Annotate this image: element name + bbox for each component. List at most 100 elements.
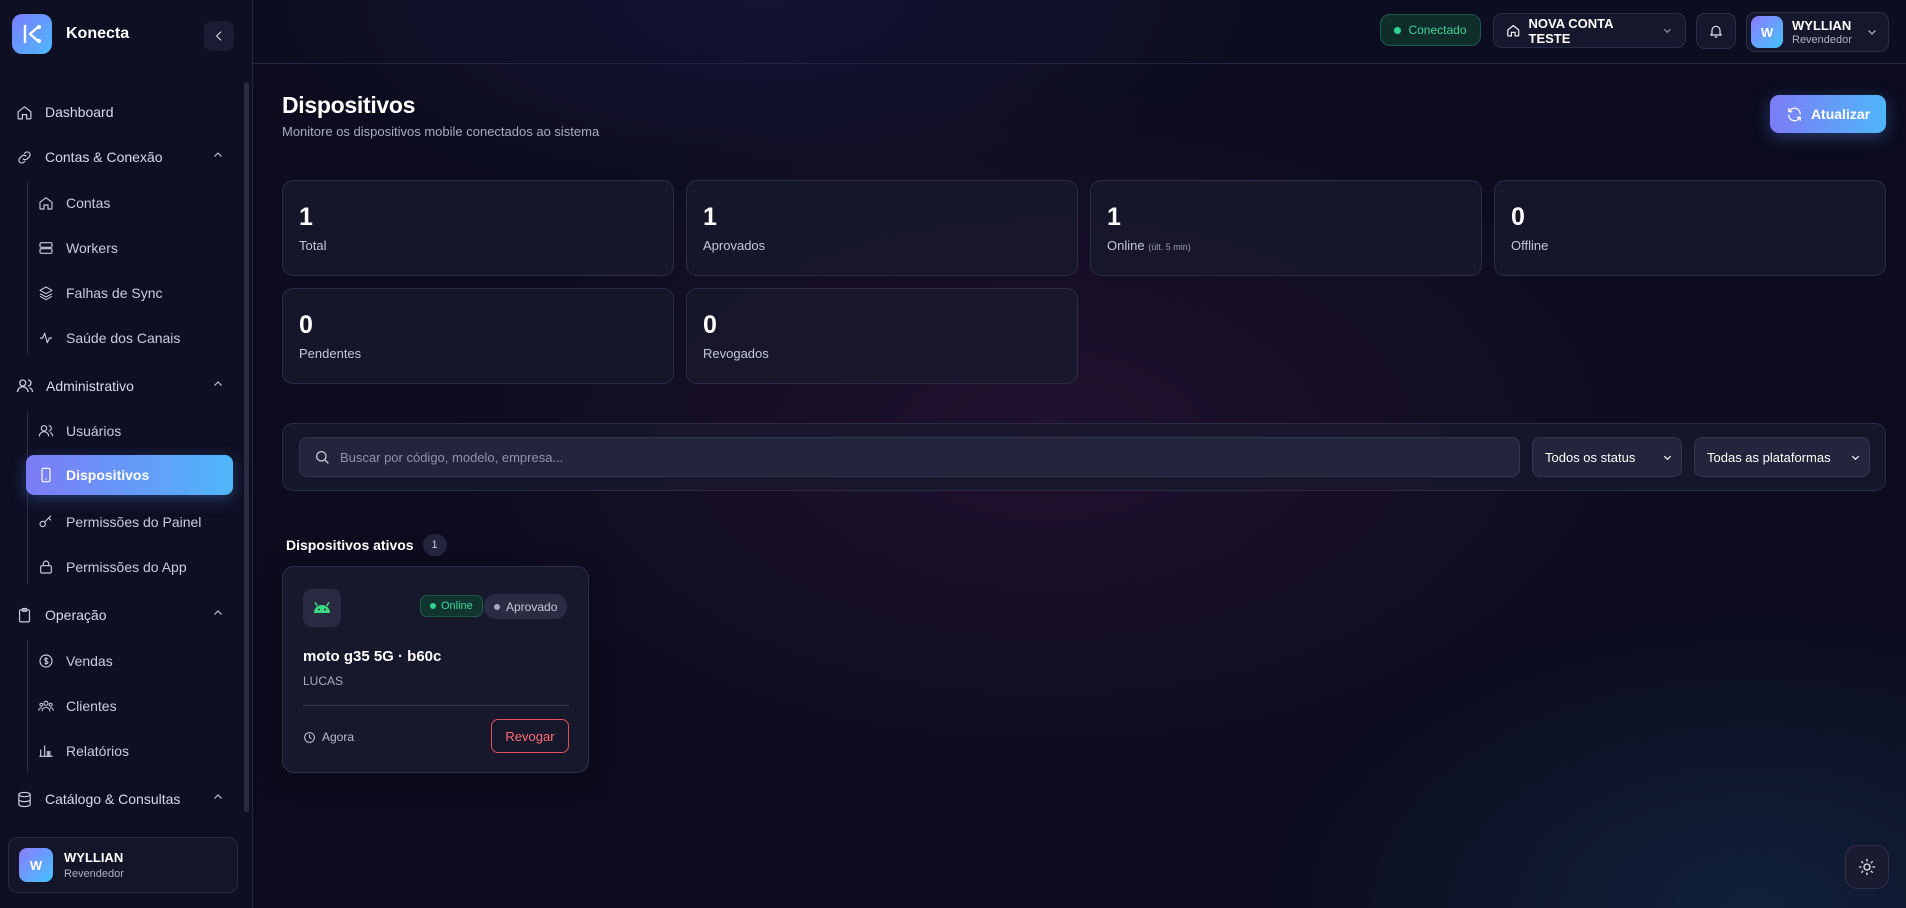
avatar: W <box>19 848 53 882</box>
device-last-seen: Agora <box>303 730 354 744</box>
approval-status-badge: Aprovado <box>484 594 568 619</box>
chevron-up-icon <box>214 381 222 386</box>
search-icon <box>316 451 329 464</box>
activity-icon <box>40 332 52 344</box>
chevron-up-icon <box>214 152 222 157</box>
stat-label: Online (últ. 5 min) <box>1107 238 1191 253</box>
sidebar-item-clientes[interactable]: Clientes <box>38 686 233 726</box>
refresh-button[interactable]: Atualizar <box>1770 95 1886 133</box>
refresh-icon <box>1788 107 1801 121</box>
stat-card-revogados: 0 Revogados <box>686 288 1078 384</box>
android-icon <box>303 589 341 627</box>
device-name: moto g35 5G · b60c <box>303 648 442 665</box>
sidebar-item-usuarios[interactable]: Usuários <box>38 411 233 451</box>
sidebar: Konecta Dashboard Contas & Conexão Conta… <box>0 0 253 908</box>
sidebar-item-saude-canais[interactable]: Saúde dos Canais <box>38 318 233 358</box>
theme-toggle-button[interactable] <box>1845 845 1889 889</box>
avatar: W <box>1751 16 1783 48</box>
sidebar-item-falhas-sync[interactable]: Falhas de Sync <box>38 273 233 313</box>
stat-label: Offline <box>1511 238 1549 253</box>
chevron-up-icon <box>214 610 222 615</box>
smartphone-icon <box>41 467 51 483</box>
stat-value: 1 <box>1107 203 1121 231</box>
status-dot-icon <box>494 603 500 610</box>
home-icon <box>1507 24 1520 37</box>
sidebar-section-catalogo[interactable]: Catálogo & Consultas <box>16 779 234 819</box>
home-icon <box>39 196 53 210</box>
stat-card-aprovados: 1 Aprovados <box>686 180 1078 276</box>
sun-icon <box>1858 858 1876 876</box>
user-role: Revendedor <box>1792 34 1852 46</box>
page-title: Dispositivos <box>282 92 416 118</box>
chevron-down-icon <box>1663 455 1672 461</box>
dollar-icon <box>39 654 53 668</box>
stat-card-offline: 0 Offline <box>1494 180 1886 276</box>
status-filter-select[interactable]: Todos os status <box>1532 437 1682 477</box>
user-name: WYLLIAN <box>1792 18 1852 33</box>
page-subtitle: Monitore os dispositivos mobile conectad… <box>282 124 600 139</box>
search-input[interactable] <box>340 449 1490 465</box>
stat-value: 0 <box>703 311 717 339</box>
online-status-badge: Online <box>420 595 483 617</box>
device-card[interactable]: Online Aprovado moto g35 5G · b60c LUCAS… <box>282 566 589 773</box>
header-user-menu[interactable]: W WYLLIAN Revendedor <box>1746 12 1889 52</box>
chevron-down-icon <box>1868 30 1876 35</box>
stat-card-pendentes: 0 Pendentes <box>282 288 674 384</box>
sidebar-user-card[interactable]: W WYLLIAN Revendedor <box>8 837 238 893</box>
konecta-logo-icon <box>12 14 52 54</box>
sidebar-item-dispositivos[interactable]: Dispositivos <box>26 455 233 495</box>
user-name: WYLLIAN <box>64 850 124 865</box>
section-guide-line <box>27 182 28 354</box>
brand[interactable]: Konecta <box>12 14 129 54</box>
platform-filter-select[interactable]: Todas as plataformas <box>1694 437 1870 477</box>
chevron-up-icon <box>214 794 222 799</box>
bar-chart-icon <box>39 745 53 757</box>
stat-card-total: 1 Total <box>282 180 674 276</box>
divider <box>303 705 569 706</box>
sidebar-item-permissoes-painel[interactable]: Permissões do Painel <box>38 502 233 542</box>
sidebar-item-dashboard[interactable]: Dashboard <box>16 92 234 132</box>
bell-icon <box>1710 25 1722 38</box>
search-box[interactable] <box>299 437 1520 477</box>
database-icon <box>18 791 31 807</box>
section-guide-line <box>27 412 28 584</box>
chevron-down-icon <box>1851 455 1860 461</box>
section-guide-line <box>27 640 28 772</box>
sidebar-section-administrativo[interactable]: Administrativo <box>16 366 234 406</box>
devices-section-title: Dispositivos ativos 1 <box>286 534 447 556</box>
stat-value: 1 <box>299 203 313 231</box>
sidebar-item-permissoes-app[interactable]: Permissões do App <box>38 547 233 587</box>
sidebar-item-vendas[interactable]: Vendas <box>38 641 233 681</box>
stat-card-online: 1 Online (últ. 5 min) <box>1090 180 1482 276</box>
sidebar-section-contas-conexao[interactable]: Contas & Conexão <box>16 137 234 177</box>
sidebar-item-relatorios[interactable]: Relatórios <box>38 731 233 771</box>
sidebar-item-workers[interactable]: Workers <box>38 228 233 268</box>
users-icon <box>16 379 34 393</box>
group-icon <box>38 700 54 712</box>
devices-count-badge: 1 <box>422 534 447 556</box>
chevron-left-icon <box>215 31 222 41</box>
lock-icon <box>40 560 52 574</box>
notifications-button[interactable] <box>1696 13 1736 49</box>
sidebar-section-operacao[interactable]: Operação <box>16 595 234 635</box>
connection-status-badge: Conectado <box>1380 14 1481 46</box>
status-dot-icon <box>1394 26 1402 34</box>
stat-label: Pendentes <box>299 346 362 361</box>
sidebar-item-contas[interactable]: Contas <box>38 183 233 223</box>
link-icon <box>18 150 31 164</box>
stat-value: 1 <box>703 203 717 231</box>
account-selector[interactable]: NOVA CONTA TESTE <box>1493 13 1686 48</box>
server-icon <box>39 242 53 254</box>
brand-name: Konecta <box>66 25 130 42</box>
key-icon <box>39 515 52 528</box>
stat-label: Total <box>299 238 327 253</box>
revoke-button[interactable]: Revogar <box>491 719 569 753</box>
home-icon <box>17 105 32 119</box>
stat-label: Aprovados <box>703 238 766 253</box>
layers-icon <box>39 286 53 301</box>
collapse-sidebar-button[interactable] <box>204 21 234 51</box>
users-icon <box>38 425 54 437</box>
sidebar-scrollbar[interactable] <box>244 82 249 812</box>
stat-value: 0 <box>299 311 313 339</box>
filter-bar: Todos os status Todas as plataformas <box>282 423 1886 491</box>
